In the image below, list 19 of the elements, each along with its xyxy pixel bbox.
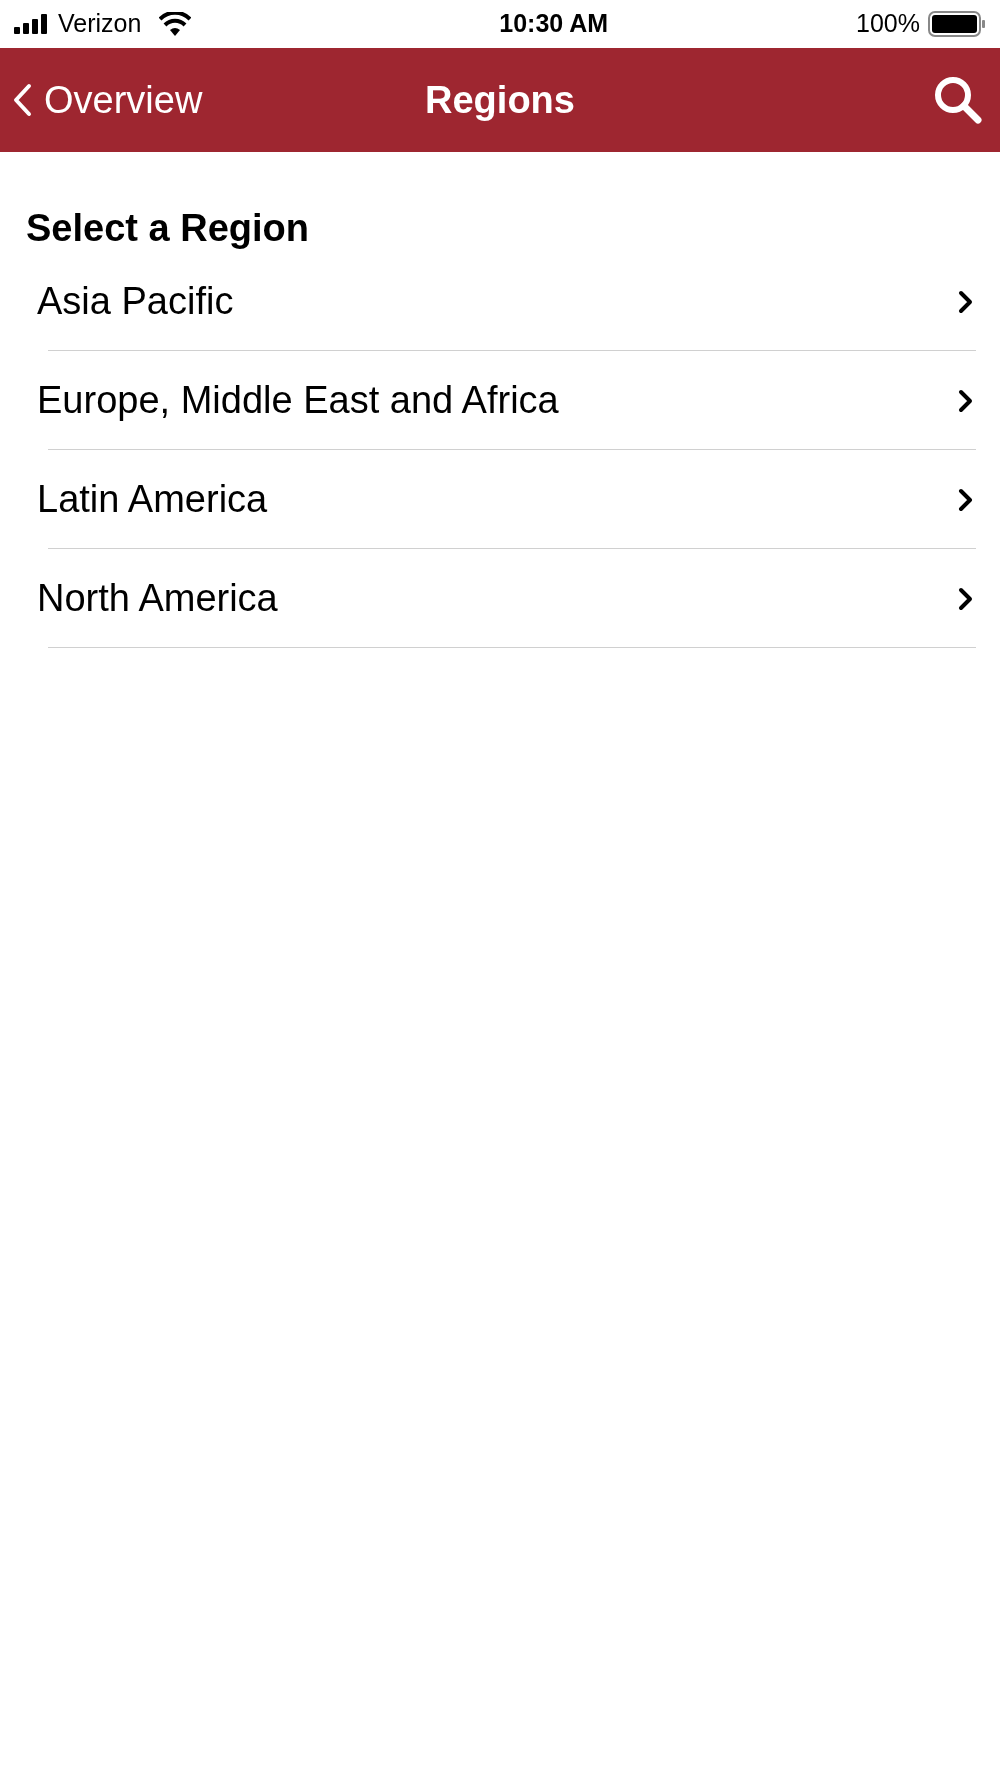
chevron-right-icon [958, 586, 974, 611]
chevron-right-icon [958, 487, 974, 512]
signal-icon [14, 14, 50, 34]
battery-percentage: 100% [856, 8, 920, 40]
wifi-icon [159, 12, 192, 36]
region-list-item[interactable]: Asia Pacific [0, 252, 1000, 351]
clock-time: 10:30 AM [499, 8, 609, 40]
back-button[interactable]: Overview [12, 71, 203, 129]
chevron-right-icon [958, 388, 974, 413]
carrier-name: Verizon [58, 8, 142, 40]
search-icon [933, 75, 983, 125]
section-heading: Select a Region [25, 206, 310, 251]
region-list-item[interactable]: Europe, Middle East and Africa [0, 351, 1000, 450]
battery-icon [928, 11, 986, 37]
screen-title: Regions [425, 77, 575, 123]
region-list-item[interactable]: North America [0, 549, 1000, 648]
chevron-right-icon [958, 289, 974, 314]
region-list-item[interactable]: Latin America [0, 450, 1000, 549]
chevron-left-icon [12, 83, 32, 117]
